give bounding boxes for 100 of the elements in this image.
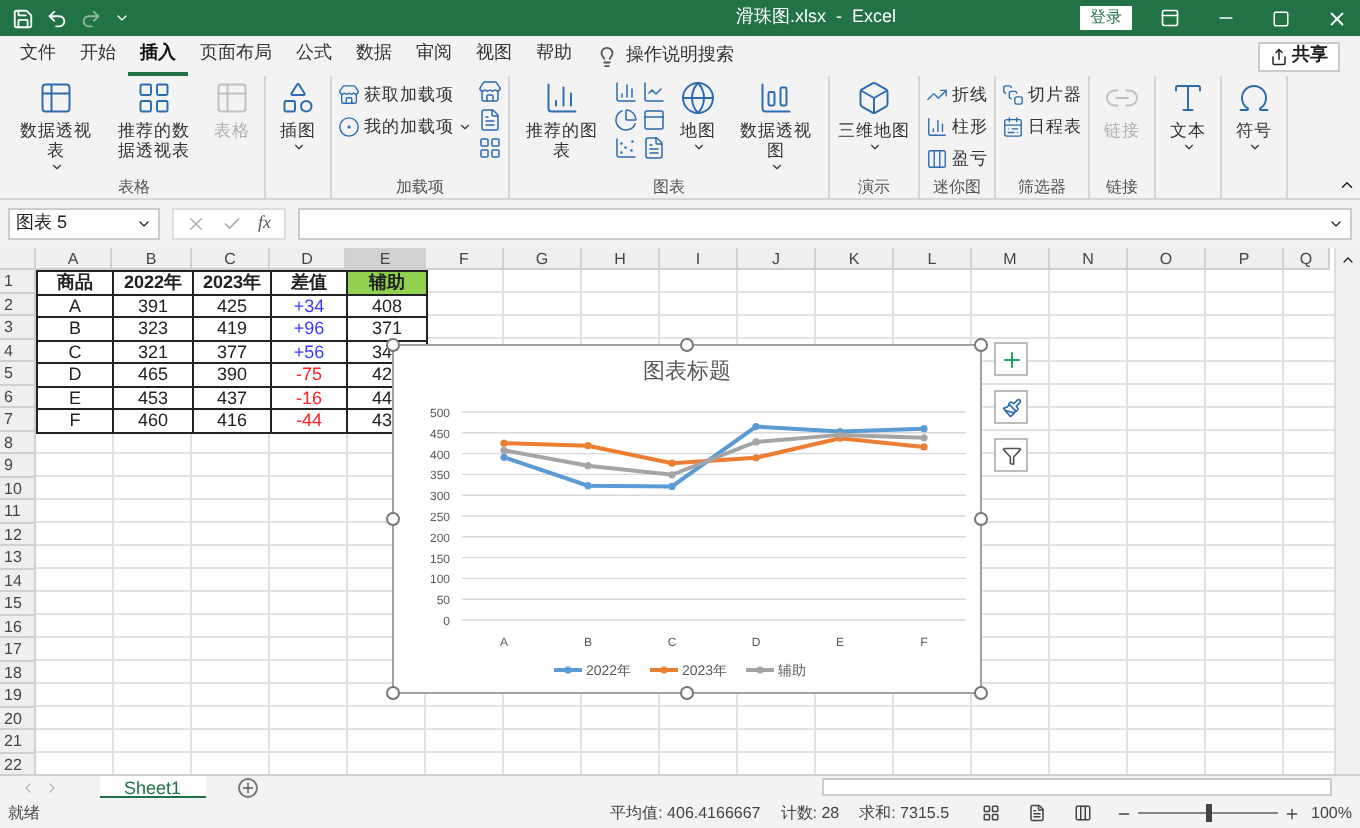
column-header[interactable]: Q — [1284, 248, 1330, 270]
normal-view-icon[interactable] — [981, 804, 1000, 822]
column-header[interactable]: L — [894, 248, 972, 270]
column-header[interactable]: P — [1206, 248, 1284, 270]
zoom-percent[interactable]: 100% — [1311, 801, 1352, 825]
column-header[interactable]: F — [426, 248, 504, 270]
column-header[interactable]: A — [36, 248, 112, 270]
ribbon-display-icon[interactable] — [1160, 8, 1180, 28]
resize-handle[interactable] — [680, 686, 694, 700]
column-header[interactable]: H — [582, 248, 660, 270]
share-button[interactable]: 共享 — [1258, 41, 1340, 71]
ribbon-button[interactable]: 获取加载项 — [338, 80, 472, 108]
column-header[interactable]: B — [112, 248, 192, 270]
save-icon[interactable] — [12, 7, 34, 29]
column-header[interactable]: D — [270, 248, 346, 270]
resize-handle[interactable] — [386, 686, 400, 700]
page-break-icon[interactable] — [1073, 804, 1092, 822]
chart-elements-button[interactable] — [994, 342, 1028, 376]
ribbon-button[interactable]: 我的加载项 — [338, 112, 472, 140]
zoom-thumb[interactable] — [1205, 804, 1212, 822]
ribbon-tab[interactable]: 数据 — [344, 36, 404, 76]
row-header[interactable]: 14 — [0, 569, 36, 592]
ribbon-tab[interactable]: 页面布局 — [188, 36, 284, 76]
ribbon-button[interactable]: 切片器 — [1002, 80, 1082, 108]
row-header[interactable]: 21 — [0, 730, 36, 753]
ribbon-button[interactable]: 文本 — [1162, 76, 1214, 154]
zoom-in-icon[interactable] — [1283, 805, 1300, 821]
row-header[interactable]: 5 — [0, 362, 36, 385]
insert-function-button[interactable]: fx — [258, 210, 271, 238]
scroll-up-icon[interactable] — [1340, 252, 1356, 268]
row-header[interactable]: 10 — [0, 477, 36, 500]
resize-handle[interactable] — [680, 338, 694, 352]
ribbon-tab[interactable]: 帮助 — [524, 36, 584, 76]
column-header[interactable]: G — [504, 248, 582, 270]
column-header[interactable]: I — [660, 248, 738, 270]
column-header[interactable]: N — [1050, 248, 1128, 270]
row-header[interactable]: 15 — [0, 592, 36, 615]
row-header[interactable]: 12 — [0, 523, 36, 546]
page-layout-icon[interactable] — [1027, 804, 1046, 822]
ribbon-button[interactable]: 推荐的图表 — [516, 76, 608, 160]
row-header[interactable]: 17 — [0, 638, 36, 661]
row-header[interactable]: 1 — [0, 270, 36, 293]
row-header[interactable]: 22 — [0, 753, 36, 774]
name-box[interactable]: 图表 5 — [8, 208, 160, 240]
close-icon[interactable] — [1326, 7, 1348, 29]
ribbon-button[interactable]: 三维地图 — [836, 76, 912, 154]
ribbon-button[interactable]: 推荐的数据透视表 — [108, 76, 200, 160]
cancel-icon[interactable] — [186, 214, 206, 234]
maximize-icon[interactable] — [1272, 9, 1290, 27]
ribbon-tab[interactable]: 开始 — [68, 36, 128, 76]
row-header[interactable]: 7 — [0, 408, 36, 431]
collapse-icon[interactable] — [1338, 176, 1356, 194]
column-header[interactable]: E — [346, 248, 426, 270]
ribbon-button[interactable]: 数据透视图 — [730, 76, 822, 174]
resize-handle[interactable] — [974, 338, 988, 352]
formula-field[interactable] — [297, 208, 1352, 240]
ribbon-button[interactable]: 日程表 — [1002, 112, 1082, 140]
horizontal-scrollbar[interactable] — [822, 778, 1332, 796]
ribbon-tab[interactable]: 审阅 — [404, 36, 464, 76]
row-header[interactable]: 18 — [0, 661, 36, 684]
row-header[interactable]: 3 — [0, 316, 36, 339]
caret-icon — [1328, 216, 1344, 232]
row-header[interactable]: 16 — [0, 615, 36, 638]
ribbon-button[interactable]: 地图 — [672, 76, 724, 154]
tell-me-search[interactable]: 操作说明搜索 — [626, 42, 734, 70]
ribbon-button[interactable]: 折线 — [926, 80, 988, 108]
row-header[interactable]: 13 — [0, 546, 36, 569]
ribbon-button[interactable]: 插图 — [272, 76, 324, 154]
undo-icon[interactable] — [46, 7, 68, 29]
ribbon-button[interactable]: 盈亏 — [926, 144, 988, 172]
row-header[interactable]: 2 — [0, 293, 36, 316]
resize-handle[interactable] — [386, 512, 400, 526]
resize-handle[interactable] — [974, 512, 988, 526]
row-header[interactable]: 11 — [0, 500, 36, 523]
point — [920, 425, 928, 433]
ribbon-tab[interactable]: 文件 — [8, 36, 68, 76]
ribbon-tab[interactable]: 公式 — [284, 36, 344, 76]
sheet-tab[interactable]: Sheet1 — [100, 775, 206, 799]
column-header[interactable]: K — [816, 248, 894, 270]
row-header[interactable]: 8 — [0, 431, 36, 454]
column-header[interactable]: C — [192, 248, 270, 270]
row-header[interactable]: 20 — [0, 707, 36, 730]
caret-icon[interactable] — [114, 10, 130, 26]
ribbon-button[interactable]: 柱形 — [926, 112, 988, 140]
row-header[interactable]: 9 — [0, 454, 36, 477]
chart-filters-button[interactable] — [994, 438, 1028, 472]
column-header[interactable]: M — [972, 248, 1050, 270]
row-header[interactable]: 6 — [0, 385, 36, 408]
row-header[interactable]: 19 — [0, 684, 36, 707]
chart-styles-button[interactable] — [994, 390, 1028, 424]
enter-icon[interactable] — [222, 214, 242, 234]
row-header[interactable]: 4 — [0, 339, 36, 362]
ribbon-tab[interactable]: 视图 — [464, 36, 524, 76]
resize-handle[interactable] — [974, 686, 988, 700]
column-header[interactable]: O — [1128, 248, 1206, 270]
vertical-scrollbar[interactable] — [1334, 248, 1360, 774]
ribbon-button[interactable]: 符号 — [1228, 76, 1280, 154]
ribbon-button[interactable]: 数据透视表 — [10, 76, 102, 174]
column-header[interactable]: J — [738, 248, 816, 270]
login-button[interactable]: 登录 — [1080, 6, 1132, 30]
